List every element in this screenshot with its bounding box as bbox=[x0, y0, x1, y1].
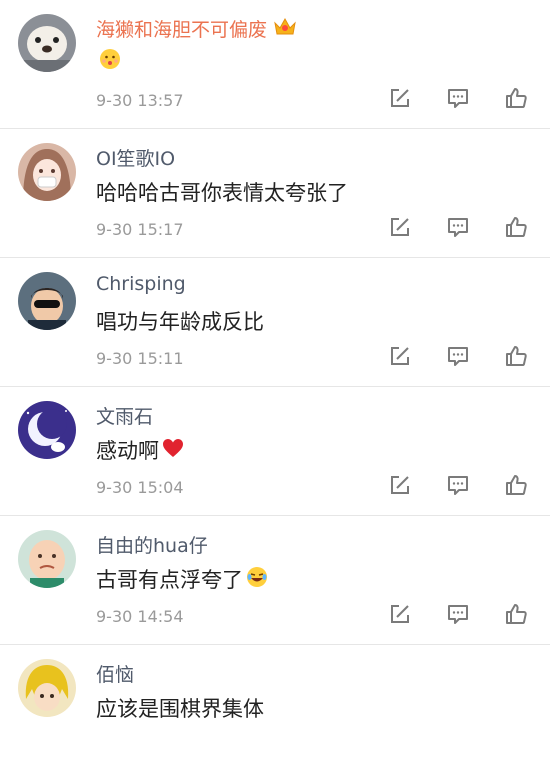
action-bar bbox=[354, 473, 528, 497]
repost-button[interactable] bbox=[388, 215, 412, 239]
comment-item: 文雨石 感动啊 9-30 15:04 bbox=[0, 387, 550, 516]
comment-time: 9-30 15:11 bbox=[96, 349, 184, 368]
comment-item: OI笙歌IO 哈哈哈古哥你表情太夸张了 9-30 15:17 bbox=[0, 129, 550, 258]
comment-text-content: 唱功与年龄成反比 bbox=[96, 310, 264, 334]
like-icon bbox=[506, 346, 527, 366]
action-bar bbox=[354, 344, 528, 368]
comment-time: 9-30 13:57 bbox=[96, 91, 184, 110]
comment-icon bbox=[448, 605, 468, 624]
username[interactable]: 文雨石 bbox=[96, 402, 153, 429]
comment-icon bbox=[448, 347, 468, 366]
username-text[interactable]: 自由的hua仔 bbox=[96, 531, 208, 558]
username-text[interactable]: 佰恼 bbox=[96, 660, 134, 687]
comment-text-content: 应该是围棋界集体 bbox=[96, 697, 264, 721]
username[interactable]: OI笙歌IO bbox=[96, 144, 175, 171]
heart-emoji bbox=[162, 438, 184, 463]
action-bar bbox=[354, 215, 528, 239]
laugh-cry-emoji bbox=[246, 566, 268, 593]
like-icon bbox=[506, 475, 527, 495]
avatar[interactable] bbox=[18, 14, 76, 72]
username-text[interactable]: 文雨石 bbox=[96, 402, 153, 429]
repost-icon bbox=[391, 218, 409, 236]
comment-text: 应该是围棋界集体 bbox=[96, 693, 264, 723]
like-icon bbox=[506, 88, 527, 108]
comment-time: 9-30 14:54 bbox=[96, 607, 184, 626]
action-bar bbox=[354, 86, 528, 110]
repost-button[interactable] bbox=[388, 86, 412, 110]
comment-text: 古哥有点浮夸了 bbox=[96, 564, 268, 594]
like-button[interactable] bbox=[504, 344, 528, 368]
comment-icon bbox=[448, 476, 468, 495]
comment-text: 感动啊 bbox=[96, 435, 184, 465]
username-text[interactable]: OI笙歌IO bbox=[96, 144, 175, 171]
comment-item: 佰恼 应该是围棋界集体 bbox=[0, 645, 550, 774]
comment-text-content: 感动啊 bbox=[96, 439, 159, 463]
comment-item: Chrisping 唱功与年龄成反比 9-30 15:11 bbox=[0, 258, 550, 387]
comment-text: 哈哈哈古哥你表情太夸张了 bbox=[96, 177, 348, 207]
repost-button[interactable] bbox=[388, 473, 412, 497]
comment-time: 9-30 15:17 bbox=[96, 220, 184, 239]
comment-button[interactable] bbox=[446, 86, 470, 110]
comment-item: 自由的hua仔 古哥有点浮夸了 9-30 14:54 bbox=[0, 516, 550, 645]
username[interactable]: 自由的hua仔 bbox=[96, 531, 208, 558]
username[interactable]: 海獭和海胆不可偏废 bbox=[96, 15, 297, 42]
like-icon bbox=[506, 217, 527, 237]
username[interactable]: Chrisping bbox=[96, 273, 186, 295]
like-button[interactable] bbox=[504, 86, 528, 110]
avatar[interactable] bbox=[18, 659, 76, 717]
comment-button[interactable] bbox=[446, 602, 470, 626]
avatar[interactable] bbox=[18, 530, 76, 588]
comment-icon bbox=[448, 218, 468, 237]
comment-button[interactable] bbox=[446, 473, 470, 497]
repost-icon bbox=[391, 347, 409, 365]
crown-icon bbox=[273, 15, 297, 42]
comment-button[interactable] bbox=[446, 215, 470, 239]
comment-text-content: 哈哈哈古哥你表情太夸张了 bbox=[96, 181, 348, 205]
comment-item: 海獭和海胆不可偏废 9-30 13:57 bbox=[0, 0, 550, 129]
avatar[interactable] bbox=[18, 143, 76, 201]
repost-button[interactable] bbox=[388, 602, 412, 626]
comment-text-content: 古哥有点浮夸了 bbox=[96, 568, 243, 592]
username[interactable]: 佰恼 bbox=[96, 660, 134, 687]
username-text[interactable]: Chrisping bbox=[96, 273, 186, 295]
comment-text bbox=[96, 48, 121, 75]
like-button[interactable] bbox=[504, 215, 528, 239]
repost-icon bbox=[391, 476, 409, 494]
comment-time: 9-30 15:04 bbox=[96, 478, 184, 497]
action-bar bbox=[354, 602, 528, 626]
avatar[interactable] bbox=[18, 272, 76, 330]
comment-icon bbox=[448, 89, 468, 108]
like-button[interactable] bbox=[504, 473, 528, 497]
comment-text: 唱功与年龄成反比 bbox=[96, 306, 264, 336]
repost-icon bbox=[391, 605, 409, 623]
repost-icon bbox=[391, 89, 409, 107]
avatar[interactable] bbox=[18, 401, 76, 459]
like-icon bbox=[506, 604, 527, 624]
like-button[interactable] bbox=[504, 602, 528, 626]
kiss-emoji bbox=[99, 48, 121, 75]
comment-button[interactable] bbox=[446, 344, 470, 368]
repost-button[interactable] bbox=[388, 344, 412, 368]
username-text[interactable]: 海獭和海胆不可偏废 bbox=[96, 15, 267, 42]
